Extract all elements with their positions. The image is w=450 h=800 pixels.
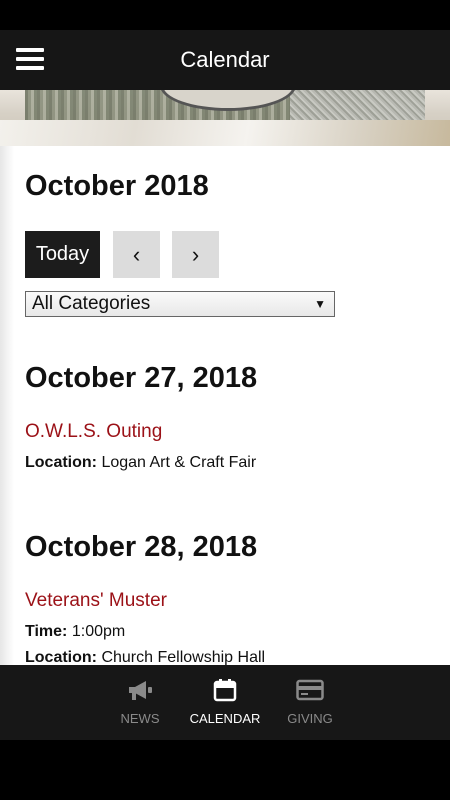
tab-label: NEWS xyxy=(120,711,160,726)
event-location: Location: Logan Art & Craft Fair xyxy=(25,454,256,472)
event-time: Time: 1:00pm xyxy=(25,623,125,641)
header-banner-image xyxy=(0,90,450,146)
megaphone-icon xyxy=(125,677,155,703)
chevron-left-icon: ‹ xyxy=(132,241,141,267)
location-label: Location: xyxy=(25,649,97,665)
page-edge-shadow xyxy=(0,146,14,665)
calendar-content[interactable]: October 2018 Today ‹ › All Categories ▼ … xyxy=(0,90,450,665)
category-select[interactable]: All Categories ▼ xyxy=(25,291,335,317)
app-bar: Calendar xyxy=(0,30,450,90)
event-title-link[interactable]: Veterans' Muster xyxy=(25,590,167,612)
tab-news[interactable]: NEWS xyxy=(98,665,183,740)
status-bar xyxy=(0,0,450,30)
month-title: October 2018 xyxy=(25,170,209,202)
bottom-tab-bar: NEWS CALENDAR GIVING xyxy=(0,665,450,740)
time-value: 1:00pm xyxy=(71,623,126,640)
chevron-right-icon: › xyxy=(191,241,200,267)
hamburger-menu-icon[interactable] xyxy=(16,48,44,72)
tab-label: CALENDAR xyxy=(189,711,261,726)
today-button[interactable]: Today xyxy=(25,231,100,278)
tab-giving[interactable]: GIVING xyxy=(268,665,353,740)
date-heading: October 28, 2018 xyxy=(25,531,258,563)
credit-card-icon xyxy=(295,677,325,703)
next-month-button[interactable]: › xyxy=(172,231,219,278)
event-title-link[interactable]: O.W.L.S. Outing xyxy=(25,421,162,443)
event-location: Location: Church Fellowship Hall xyxy=(25,649,265,665)
location-label: Location: xyxy=(25,454,97,471)
location-value: Logan Art & Craft Fair xyxy=(101,454,257,471)
dropdown-arrow-icon: ▼ xyxy=(314,297,326,311)
category-select-value: All Categories xyxy=(32,293,151,314)
previous-month-button[interactable]: ‹ xyxy=(113,231,160,278)
calendar-icon xyxy=(210,677,240,703)
navigation-bar-area xyxy=(0,740,450,800)
page-title: Calendar xyxy=(180,47,270,72)
tab-label: GIVING xyxy=(287,711,333,726)
time-label: Time: xyxy=(25,623,68,640)
tab-calendar[interactable]: CALENDAR xyxy=(183,665,268,740)
location-value: Church Fellowship Hall xyxy=(101,649,266,665)
date-heading: October 27, 2018 xyxy=(25,362,258,394)
